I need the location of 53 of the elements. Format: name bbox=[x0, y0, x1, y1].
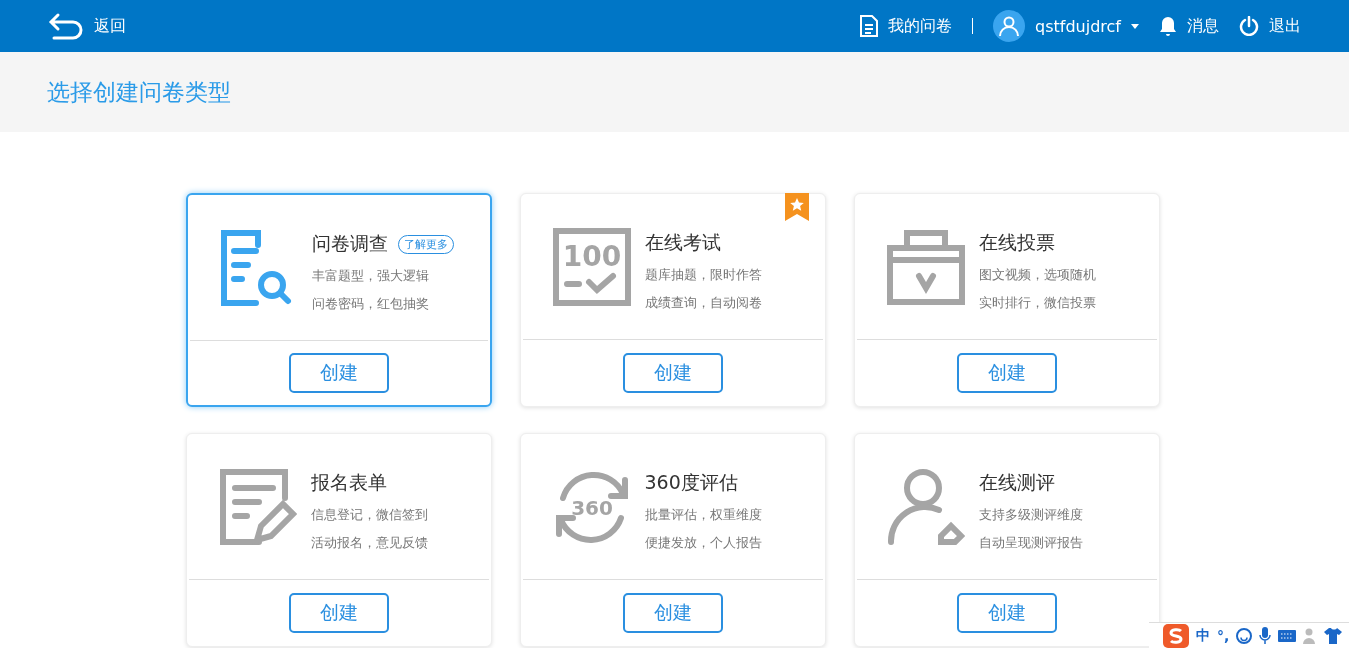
form-edit-icon bbox=[218, 468, 297, 546]
microphone-icon[interactable] bbox=[1259, 626, 1272, 645]
avatar-icon bbox=[993, 10, 1026, 42]
card-description: 丰富题型，强大逻辑 bbox=[311, 267, 430, 285]
smiley-icon[interactable] bbox=[1236, 627, 1253, 644]
my-surveys-link[interactable]: 我的问卷 bbox=[860, 15, 953, 37]
card-description: 便捷发放，个人报告 bbox=[644, 534, 762, 552]
shirt-icon[interactable] bbox=[1324, 627, 1343, 644]
create-button[interactable]: 创建 bbox=[622, 353, 723, 393]
card-description: 批量评估，权重维度 bbox=[644, 506, 762, 524]
card-description: 实时排行，微信投票 bbox=[978, 294, 1096, 312]
survey-type-card[interactable]: 报名表单 信息登记，微信签到 活动报名，意见反馈 创建 bbox=[185, 433, 492, 647]
user-menu[interactable]: qstfdujdrcf bbox=[993, 10, 1139, 42]
page-title: 选择创建问卷类型 bbox=[47, 77, 231, 107]
card-description: 自动呈现测评报告 bbox=[978, 534, 1083, 552]
card-description: 成绩查询，自动阅卷 bbox=[644, 294, 762, 312]
card-title: 360度评估 bbox=[644, 470, 738, 495]
card-title: 在线测评 bbox=[978, 470, 1055, 495]
survey-type-card[interactable]: 100 在线考试 题库抽题，限时作答 成绩查询，自动阅卷 创建 bbox=[519, 193, 826, 407]
card-title: 问卷调查 bbox=[311, 231, 388, 256]
card-description: 图文视频，选项随机 bbox=[978, 266, 1096, 284]
ime-mode[interactable]: 中 bbox=[1196, 626, 1210, 645]
card-title: 在线投票 bbox=[978, 230, 1055, 255]
bell-icon bbox=[1159, 16, 1177, 36]
create-button[interactable]: 创建 bbox=[622, 593, 723, 633]
create-button[interactable]: 创建 bbox=[288, 593, 389, 633]
survey-type-card[interactable]: 问卷调查 了解更多 丰富题型，强大逻辑 问卷密码，红包抽奖 创建 bbox=[185, 193, 492, 407]
create-button[interactable]: 创建 bbox=[956, 353, 1057, 393]
card-description: 支持多级测评维度 bbox=[978, 506, 1083, 524]
create-button[interactable]: 创建 bbox=[288, 353, 389, 393]
score-sheet-icon: 100 bbox=[552, 228, 631, 306]
messages-link[interactable]: 消息 bbox=[1159, 15, 1219, 37]
ime-logo-icon[interactable] bbox=[1163, 623, 1189, 648]
logout-link[interactable]: 退出 bbox=[1239, 15, 1301, 37]
back-link[interactable]: 返回 bbox=[48, 11, 126, 41]
back-arrow-icon bbox=[48, 11, 84, 41]
power-icon bbox=[1239, 16, 1259, 36]
card-title: 在线考试 bbox=[644, 230, 721, 255]
caret-icon bbox=[1131, 23, 1139, 29]
card-description: 题库抽题，限时作答 bbox=[644, 266, 762, 284]
ime-punctuation[interactable]: °, bbox=[1217, 627, 1230, 644]
keyboard-icon[interactable] bbox=[1278, 629, 1297, 642]
card-description: 信息登记，微信签到 bbox=[310, 506, 428, 524]
document-icon bbox=[860, 15, 879, 37]
create-button[interactable]: 创建 bbox=[956, 593, 1057, 633]
card-description: 问卷密码，红包抽奖 bbox=[311, 295, 430, 313]
card-title: 报名表单 bbox=[310, 470, 387, 495]
card-description: 活动报名，意见反馈 bbox=[310, 534, 428, 552]
user-edit-icon bbox=[886, 468, 965, 546]
ballot-box-icon bbox=[886, 228, 965, 306]
survey-type-card[interactable]: 在线投票 图文视频，选项随机 实时排行，微信投票 创建 bbox=[853, 193, 1160, 407]
survey-type-card[interactable]: 在线测评 支持多级测评维度 自动呈现测评报告 创建 bbox=[853, 433, 1160, 647]
survey-type-card[interactable]: 360 360度评估 批量评估，权重维度 便捷发放，个人报告 创建 bbox=[519, 433, 826, 647]
